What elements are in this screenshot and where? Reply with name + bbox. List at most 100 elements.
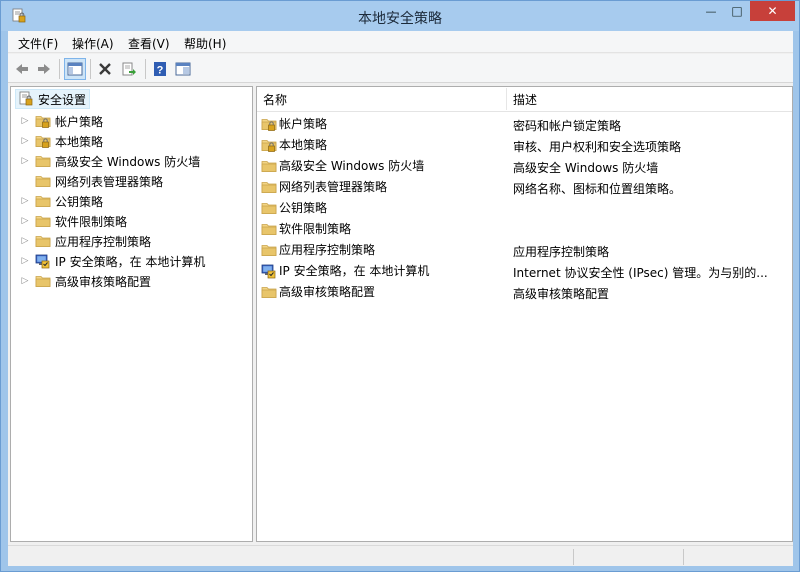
ip-security-icon <box>35 253 51 269</box>
list-item-name: 本地策略 <box>279 138 328 152</box>
tree-item[interactable]: 网络列表管理器策略 <box>11 171 163 191</box>
security-settings-icon <box>18 91 34 107</box>
menu-bar: 文件(F) 操作(A) 查看(V) 帮助(H) <box>8 31 793 53</box>
folder-lock-icon <box>261 116 277 132</box>
column-header-name-label: 名称 <box>263 92 288 107</box>
folder-lock-icon <box>35 133 51 149</box>
back-icon <box>16 64 28 74</box>
delete-icon <box>99 63 111 75</box>
list-item[interactable]: 帐户策略 密码和帐户锁定策略 <box>257 113 792 134</box>
list-pane[interactable]: 名称 描述 帐户策略 密码和帐户锁定策略 本地策略 审核、用户权利和安全选项策略 高… <box>256 86 793 542</box>
list-item[interactable]: IP 安全策略，在 本地计算机 Internet 协议安全性 (IPsec) 管理… <box>257 260 792 281</box>
folder-icon <box>35 273 51 289</box>
list-item[interactable]: 公钥策略 <box>257 197 792 218</box>
expand-arrow-icon[interactable]: ▷ <box>19 136 31 146</box>
help-button[interactable]: ? <box>149 58 171 80</box>
folder-icon <box>261 179 277 195</box>
tree-item[interactable]: ▷ IP 安全策略，在 本地计算机 <box>11 251 206 271</box>
export-list-button[interactable] <box>118 58 140 80</box>
folder-icon <box>35 213 51 229</box>
menu-help[interactable]: 帮助(H) <box>184 35 226 52</box>
tree-root-security-settings[interactable]: 安全设置 <box>15 89 91 109</box>
list-item-name: 网络列表管理器策略 <box>279 180 388 194</box>
list-item-description: 网络名称、图标和位置组策略。 <box>513 182 682 196</box>
folder-icon <box>261 284 277 300</box>
tree-item[interactable]: ▷ 应用程序控制策略 <box>11 231 151 251</box>
header-divider <box>257 111 792 112</box>
properties-button[interactable] <box>172 58 194 80</box>
folder-icon <box>35 153 51 169</box>
status-bar <box>8 545 793 566</box>
maximize-icon: □ <box>731 4 743 18</box>
list-item-name-cell: 公钥策略 <box>261 199 327 216</box>
tree-item[interactable]: ▷ 高级审核策略配置 <box>11 271 151 291</box>
list-item-description: 高级审核策略配置 <box>513 287 610 301</box>
list-item-description: 高级安全 Windows 防火墙 <box>513 161 659 175</box>
app-window: 本地安全策略 — □ ✕ 文件(F) 操作(A) 查看(V) 帮助(H) ? 安… <box>0 0 800 572</box>
list-item-name: 高级安全 Windows 防火墙 <box>279 159 425 173</box>
list-item[interactable]: 本地策略 审核、用户权利和安全选项策略 <box>257 134 792 155</box>
list-item-description: 应用程序控制策略 <box>513 245 610 259</box>
list-item[interactable]: 应用程序控制策略 应用程序控制策略 <box>257 239 792 260</box>
list-item-name-cell: 应用程序控制策略 <box>261 241 375 258</box>
tree-item[interactable]: ▷ 高级安全 Windows 防火墙 <box>11 151 201 171</box>
close-icon: ✕ <box>767 4 778 18</box>
list-item-description: 密码和帐户锁定策略 <box>513 119 622 133</box>
expand-arrow-icon[interactable]: ▷ <box>19 236 31 246</box>
toolbar: ? <box>8 54 793 83</box>
tree-pane[interactable]: 安全设置 ▷ 帐户策略 ▷ 本地策略 ▷ 高级安全 Windows 防火墙 网络列表… <box>10 86 253 542</box>
list-item[interactable]: 网络列表管理器策略 网络名称、图标和位置组策略。 <box>257 176 792 197</box>
folder-lock-icon <box>35 113 51 129</box>
expand-arrow-icon[interactable]: ▷ <box>19 276 31 286</box>
minimize-button[interactable]: — <box>698 1 724 21</box>
close-button[interactable]: ✕ <box>750 1 795 21</box>
show-tree-button[interactable] <box>64 58 86 80</box>
folder-icon <box>35 193 51 209</box>
tree-root-label: 安全设置 <box>38 92 87 107</box>
list-item-name: 软件限制策略 <box>279 222 352 236</box>
tree-item[interactable]: ▷ 本地策略 <box>11 131 103 151</box>
folder-icon <box>261 221 277 237</box>
back-button[interactable] <box>11 58 33 80</box>
column-header-name[interactable]: 名称 <box>257 88 507 110</box>
folder-lock-icon <box>261 137 277 153</box>
maximize-button[interactable]: □ <box>724 1 750 21</box>
list-item[interactable]: 高级安全 Windows 防火墙 高级安全 Windows 防火墙 <box>257 155 792 176</box>
column-header-description[interactable]: 描述 <box>507 88 777 110</box>
tree-item[interactable]: ▷ 帐户策略 <box>11 111 103 131</box>
status-segment <box>573 549 574 565</box>
folder-icon <box>261 200 277 216</box>
list-item-name-cell: 帐户策略 <box>261 115 327 132</box>
ip-security-icon <box>261 263 277 279</box>
tree-item[interactable]: ▷ 公钥策略 <box>11 191 103 211</box>
menu-action[interactable]: 操作(A) <box>72 35 114 52</box>
folder-icon <box>261 242 277 258</box>
folder-icon <box>261 158 277 174</box>
list-item-name: IP 安全策略，在 本地计算机 <box>279 264 430 278</box>
expand-arrow-icon[interactable]: ▷ <box>19 196 31 206</box>
menu-file[interactable]: 文件(F) <box>18 35 58 52</box>
list-item-name-cell: 本地策略 <box>261 136 327 153</box>
forward-button[interactable] <box>33 58 55 80</box>
expand-arrow-icon[interactable]: ▷ <box>19 216 31 226</box>
status-segment <box>683 549 684 565</box>
list-item-name-cell: 网络列表管理器策略 <box>261 178 387 195</box>
list-item-name: 公钥策略 <box>279 201 328 215</box>
tree-item[interactable]: ▷ 软件限制策略 <box>11 211 127 231</box>
list-item-name-cell: 高级审核策略配置 <box>261 283 375 300</box>
expand-arrow-icon[interactable]: ▷ <box>19 116 31 126</box>
list-item-description: Internet 协议安全性 (IPsec) 管理。为与别的... <box>513 266 768 280</box>
list-item[interactable]: 高级审核策略配置 高级审核策略配置 <box>257 281 792 302</box>
menu-view[interactable]: 查看(V) <box>128 35 170 52</box>
folder-icon <box>35 233 51 249</box>
tree-item-label: 本地策略 <box>55 134 104 149</box>
toolbar-separator <box>59 59 60 79</box>
expand-arrow-icon[interactable]: ▷ <box>19 256 31 266</box>
delete-button[interactable] <box>94 58 116 80</box>
tree-item-label: 应用程序控制策略 <box>55 234 152 249</box>
tree-item-label: 高级安全 Windows 防火墙 <box>55 154 201 169</box>
expand-arrow-icon[interactable]: ▷ <box>19 156 31 166</box>
window-title: 本地安全策略 <box>358 11 442 27</box>
title-bar[interactable]: 本地安全策略 — □ ✕ <box>1 1 799 31</box>
list-item[interactable]: 软件限制策略 <box>257 218 792 239</box>
